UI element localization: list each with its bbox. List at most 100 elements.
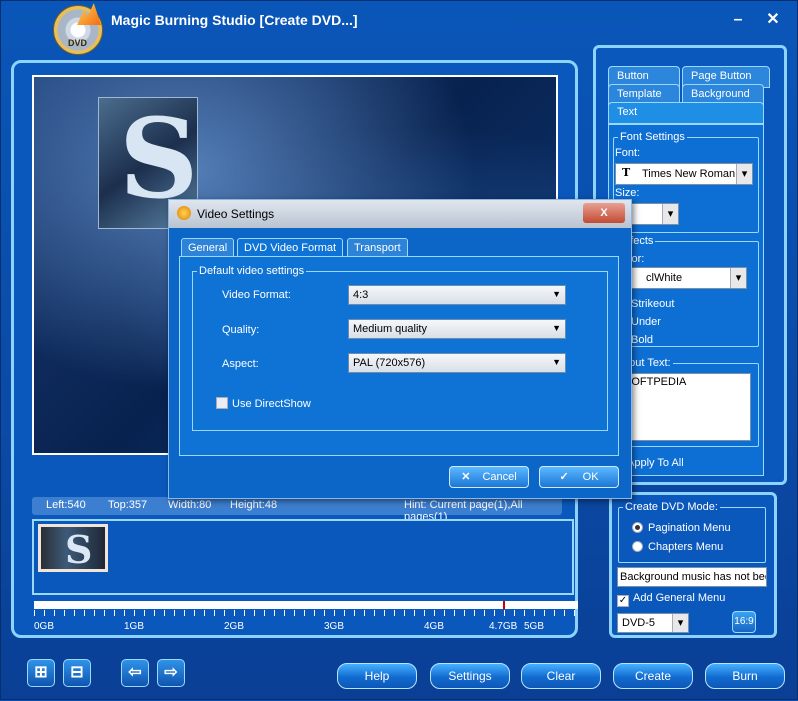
- title-bar: DVD Magic Burning Studio [Create DVD...]…: [1, 1, 798, 55]
- aspect-label: Aspect:: [222, 358, 259, 370]
- chevron-down-icon: ▾: [662, 204, 678, 224]
- app-window: DVD Magic Burning Studio [Create DVD...]…: [0, 0, 798, 700]
- tab-general[interactable]: General: [181, 238, 235, 257]
- font-label: Font:: [615, 147, 641, 159]
- use-directshow-checkbox[interactable]: Use DirectShow: [216, 397, 311, 410]
- film-thumbnail[interactable]: S: [38, 524, 108, 572]
- ruler-tick: [394, 610, 395, 616]
- chapters-menu-label: Chapters Menu: [648, 541, 724, 553]
- font-select[interactable]: T Times New Roman ▾: [615, 163, 753, 185]
- ruler-tick: [214, 610, 215, 616]
- tab-dvd-video-format[interactable]: DVD Video Format: [237, 238, 344, 257]
- minimize-button[interactable]: –: [728, 10, 748, 30]
- create-button[interactable]: Create: [613, 663, 693, 689]
- ruler-tick: [184, 610, 185, 616]
- quality-select[interactable]: Medium quality ▼: [348, 319, 566, 339]
- arrow-right-icon[interactable]: ⇨: [157, 659, 185, 687]
- help-button[interactable]: Help: [337, 663, 417, 689]
- window-title: Magic Burning Studio [Create DVD...]: [111, 12, 358, 28]
- ruler-tick: [494, 610, 495, 616]
- ruler-tick: [564, 610, 565, 616]
- ruler-tick: [234, 610, 235, 616]
- tick-label: 4.7GB: [489, 621, 518, 632]
- color-select[interactable]: clWhite ▾: [615, 267, 747, 289]
- ruler-tick: [164, 610, 165, 616]
- ruler-tick: [414, 610, 415, 616]
- x-icon: ✕: [461, 471, 471, 483]
- chevron-down-icon: ▾: [736, 164, 752, 184]
- ruler-tick: [424, 610, 425, 616]
- top-readout: Top:357: [108, 499, 148, 511]
- ruler-tick: [364, 610, 365, 616]
- ruler-tick: [204, 610, 205, 616]
- remove-file-icon[interactable]: ⊟: [63, 659, 91, 687]
- pagination-menu-radio[interactable]: Pagination Menu: [632, 522, 731, 534]
- video-format-value: 4:3: [353, 289, 369, 301]
- add-general-menu-checkbox[interactable]: ✓ Add General Menu: [617, 592, 725, 607]
- underline-label: Under: [631, 316, 661, 328]
- ruler-tick: [54, 610, 55, 616]
- ruler-tick: [154, 610, 155, 616]
- aspect-16-9-button[interactable]: 16:9: [732, 611, 756, 633]
- dvd-mode-group: Create DVD Mode:: [618, 501, 766, 563]
- font-value: Times New Roman: [642, 168, 736, 180]
- dvd-mode-panel: Create DVD Mode: Pagination Menu Chapter…: [609, 492, 777, 638]
- tab-text[interactable]: Text: [608, 102, 764, 124]
- ruler-tick: [484, 610, 485, 616]
- ruler-tick: [444, 610, 445, 616]
- radio-dot: [632, 541, 643, 552]
- ruler-tick: [534, 610, 535, 616]
- apply-to-all-button[interactable]: Apply To All: [627, 457, 684, 469]
- burn-button[interactable]: Burn: [705, 663, 785, 689]
- chapters-menu-radio[interactable]: Chapters Menu: [632, 541, 723, 553]
- ruler-tick: [464, 610, 465, 616]
- ruler-tick: [314, 610, 315, 616]
- video-format-select[interactable]: 4:3 ▼: [348, 285, 566, 305]
- settings-button[interactable]: Settings: [430, 663, 510, 689]
- aspect-select[interactable]: PAL (720x576) ▼: [348, 353, 566, 373]
- checkbox-box: [216, 397, 228, 409]
- tick-label: 3GB: [324, 621, 345, 632]
- thumbnail-glyph: S: [119, 94, 199, 223]
- dialog-title-bar[interactable]: Video Settings X: [169, 200, 631, 228]
- ruler-tick: [524, 610, 525, 616]
- input-text-area[interactable]: SOFTPEDIA: [619, 373, 751, 441]
- aspect-value: PAL (720x576): [353, 357, 426, 369]
- ruler-tick: [34, 610, 35, 616]
- ruler-tick: [504, 610, 505, 616]
- disc-type-select[interactable]: DVD-5 ▾: [617, 613, 689, 633]
- ruler-tick: [44, 610, 45, 616]
- ruler-tick: [574, 610, 575, 616]
- ruler-tick: [474, 610, 475, 616]
- add-file-icon[interactable]: ⊞: [27, 659, 55, 687]
- chevron-down-icon: ▾: [672, 614, 688, 632]
- dvd-video-format-pane: Default video settings Video Format: 4:3…: [179, 256, 619, 456]
- ok-button[interactable]: ✓ OK: [539, 466, 619, 488]
- ruler-tick: [434, 610, 435, 616]
- dialog-close-button[interactable]: X: [583, 203, 625, 223]
- capacity-ticks: [34, 610, 578, 618]
- app-icon: [177, 206, 191, 220]
- ruler-tick: [124, 610, 125, 616]
- arrow-left-icon[interactable]: ⇦: [121, 659, 149, 687]
- height-readout: Height:48: [230, 499, 278, 511]
- video-format-label: Video Format:: [222, 289, 291, 301]
- checkbox-checked-icon: ✓: [617, 595, 629, 607]
- ruler-tick: [384, 610, 385, 616]
- close-button[interactable]: ✕: [763, 10, 783, 30]
- size-label: Size:: [615, 187, 640, 199]
- tab-transport[interactable]: Transport: [347, 238, 408, 257]
- ruler-tick: [354, 610, 355, 616]
- bottom-toolbar: ⊞ ⊟ ⇦ ⇨ Help Settings Clear Create Burn: [1, 651, 798, 701]
- ruler-tick: [224, 610, 225, 616]
- bold-label: Bold: [631, 334, 654, 346]
- cancel-button[interactable]: ✕ Cancel: [449, 466, 529, 488]
- ruler-tick: [84, 610, 85, 616]
- ruler-tick: [324, 610, 325, 616]
- clear-button[interactable]: Clear: [521, 663, 601, 689]
- ruler-tick: [264, 610, 265, 616]
- ruler-tick: [254, 610, 255, 616]
- ruler-tick: [114, 610, 115, 616]
- truetype-font-icon: T: [622, 166, 631, 179]
- ruler-tick: [374, 610, 375, 616]
